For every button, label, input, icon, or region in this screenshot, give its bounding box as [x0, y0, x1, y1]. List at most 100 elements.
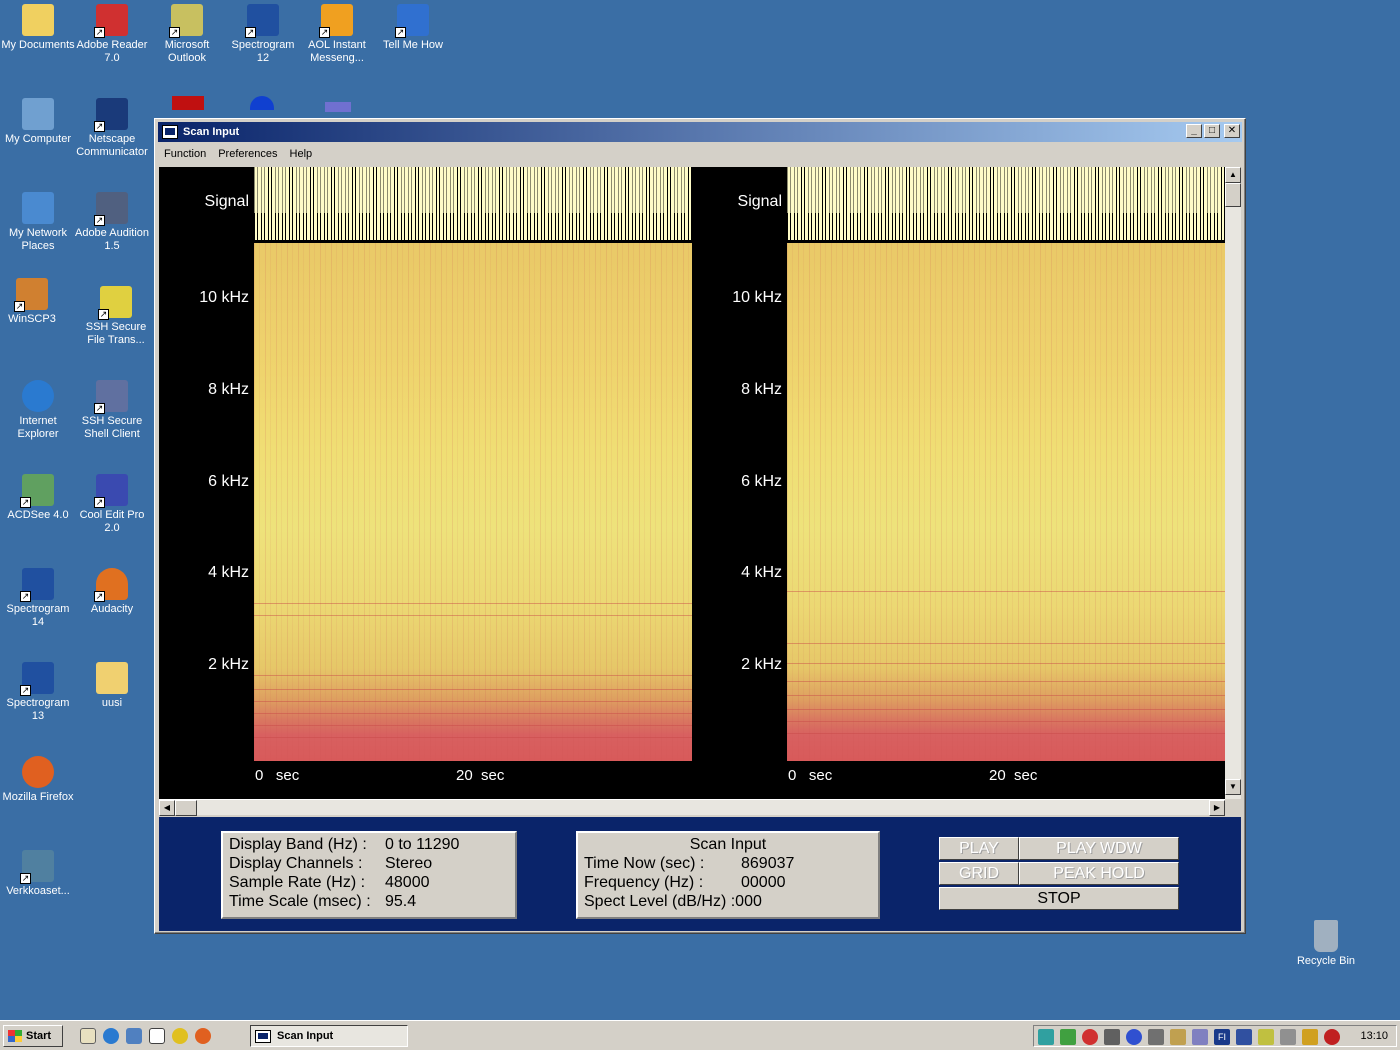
scroll-left-button[interactable]: ◀ — [159, 800, 175, 816]
netscape-icon: ↗ — [94, 98, 128, 132]
close-button[interactable]: ✕ — [1224, 124, 1240, 138]
computer-icon — [22, 98, 54, 130]
scroll-up-button[interactable]: ▲ — [1225, 167, 1241, 183]
folder-icon — [96, 662, 128, 694]
firefox-tray-icon[interactable] — [1126, 1029, 1142, 1045]
desktop-icon-firefox[interactable]: Mozilla Firefox — [0, 756, 76, 804]
start-button[interactable]: Start — [3, 1025, 63, 1047]
scroll-right-button[interactable]: ▶ — [1209, 800, 1225, 816]
spectrogram-icon: ↗ — [20, 662, 54, 696]
desktop-icon-internet-explorer[interactable]: Internet Explorer — [0, 380, 76, 441]
desktop-icon-my-documents[interactable]: My Documents — [0, 4, 76, 52]
audition-icon: ↗ — [94, 192, 128, 226]
monitor-tray-icon[interactable] — [1148, 1029, 1164, 1045]
vertical-scrollbar[interactable]: ▲ ▼ — [1225, 167, 1241, 799]
menu-function[interactable]: Function — [158, 148, 212, 160]
clock[interactable]: 13:10 — [1360, 1030, 1388, 1042]
horizontal-scrollbar[interactable]: ◀ ▶ — [159, 799, 1225, 816]
desktop-icon-ssh-shell[interactable]: ↗ SSH Secure Shell Client — [74, 380, 150, 441]
record-tray-icon[interactable] — [1324, 1029, 1340, 1045]
settings-info-box: Display Band (Hz) : 0 to 11290 Display C… — [221, 831, 517, 919]
notepad-icon[interactable] — [149, 1028, 165, 1044]
system-tray: FI 13:10 — [1033, 1025, 1397, 1047]
info-row-sample-rate: Sample Rate (Hz) : 48000 — [229, 874, 430, 891]
desktop-icon-winscp[interactable]: ↗ WinSCP3 — [0, 278, 70, 326]
search-tray-icon[interactable] — [1192, 1029, 1208, 1045]
desktop-icon-spectrogram-13[interactable]: ↗ Spectrogram 13 — [0, 662, 76, 723]
desktop-icon-uusi[interactable]: uusi — [74, 662, 150, 710]
freq-label-8khz: 8 kHz — [741, 381, 782, 398]
filter-tray-icon[interactable] — [1236, 1029, 1252, 1045]
audacity-icon: ↗ — [94, 568, 128, 602]
taskbar-item-scan-input[interactable]: Scan Input — [250, 1025, 408, 1047]
winscp-icon: ↗ — [14, 278, 48, 312]
recycle-bin-icon — [1314, 920, 1338, 952]
scan-info-title: Scan Input — [689, 836, 767, 853]
desktop-icon-spectrogram-12[interactable]: ↗ Spectrogram 12 — [225, 4, 301, 65]
stop-button[interactable]: STOP — [939, 887, 1179, 910]
users-tray-icon[interactable] — [1170, 1029, 1186, 1045]
firefox-icon — [22, 756, 54, 788]
desktop-icon-outlook[interactable]: ↗ Microsoft Outlook — [149, 4, 225, 65]
menu-help[interactable]: Help — [284, 148, 319, 160]
windows-logo-icon — [8, 1030, 22, 1042]
scan-display: Signal 10 kHz 8 kHz 6 kHz 4 kHz 2 kHz 0 … — [159, 167, 1225, 799]
media-player-icon[interactable] — [172, 1028, 188, 1044]
window-title: Scan Input — [183, 126, 240, 138]
peak-hold-button[interactable]: PEAK HOLD — [1019, 862, 1179, 885]
play-window-button[interactable]: PLAY WDW — [1019, 837, 1179, 860]
desktop-icon-ssh-file-transfer[interactable]: ↗ SSH Secure File Trans... — [78, 286, 154, 347]
minimize-button[interactable]: _ — [1186, 124, 1202, 138]
vertical-scroll-thumb[interactable] — [1225, 183, 1241, 207]
grid-button[interactable]: GRID — [939, 862, 1019, 885]
menu-preferences[interactable]: Preferences — [212, 148, 283, 160]
time-tick-20: 20 sec — [989, 767, 1038, 784]
right-channel-panel: Signal 10 kHz 8 kHz 6 kHz 4 kHz 2 kHz 0 … — [692, 167, 1225, 799]
info-row-time-scale: Time Scale (msec) : 95.4 — [229, 893, 417, 910]
desktop-icon-recycle-bin[interactable]: Recycle Bin — [1288, 920, 1364, 968]
zonealarm-tray-icon[interactable] — [1302, 1029, 1318, 1045]
spectrogram-image[interactable] — [787, 243, 1225, 761]
desktop-icon-aol[interactable]: ↗ AOL Instant Messeng... — [299, 4, 375, 65]
desktop-icon-adobe-reader[interactable]: ↗ Adobe Reader 7.0 — [74, 4, 150, 65]
desktop-icon-verkkoasetukset[interactable]: ↗ Verkkoaset... — [0, 850, 76, 898]
info-row-spect-level: Spect Level (dB/Hz) : 000 — [584, 893, 762, 910]
title-bar[interactable]: Scan Input _ □ ✕ — [158, 122, 1242, 142]
show-desktop-icon[interactable] — [80, 1028, 96, 1044]
language-indicator[interactable]: FI — [1214, 1029, 1230, 1045]
grid-tray-icon[interactable] — [1104, 1029, 1120, 1045]
internet-explorer-icon[interactable] — [103, 1028, 119, 1044]
antivirus-tray-icon[interactable] — [1082, 1029, 1098, 1045]
freq-label-10khz: 10 kHz — [732, 289, 782, 306]
desktop-icon-network-places[interactable]: My Network Places — [0, 192, 76, 253]
battery-tray-icon[interactable] — [1060, 1029, 1076, 1045]
desktop-icon-spectrogram-14[interactable]: ↗ Spectrogram 14 — [0, 568, 76, 629]
desktop-icon-acdsee[interactable]: ↗ ACDSee 4.0 — [0, 474, 76, 522]
desktop-icon-cool-edit[interactable]: ↗ Cool Edit Pro 2.0 — [74, 474, 150, 535]
desktop-icon-my-computer[interactable]: My Computer — [0, 98, 76, 146]
horizontal-scroll-thumb[interactable] — [175, 800, 197, 816]
network-icon — [22, 192, 54, 224]
outlook-express-icon[interactable] — [126, 1028, 142, 1044]
spectrogram-icon: ↗ — [20, 568, 54, 602]
desktop-icon-audacity[interactable]: ↗ Audacity — [74, 568, 150, 616]
desktop-icon-tell-me-how[interactable]: ↗ Tell Me How — [375, 4, 451, 52]
spectrogram-image[interactable] — [254, 243, 692, 761]
spectrogram-icon: ↗ — [245, 4, 279, 38]
info-row-time-now: Time Now (sec) : 869037 — [584, 855, 795, 872]
adobe-reader-icon: ↗ — [94, 4, 128, 38]
freq-label-10khz: 10 kHz — [199, 289, 249, 306]
network-tray-icon[interactable] — [1038, 1029, 1054, 1045]
cool-edit-icon: ↗ — [94, 474, 128, 508]
sound-tray-icon[interactable] — [1258, 1029, 1274, 1045]
desktop-icon-adobe-audition[interactable]: ↗ Adobe Audition 1.5 — [74, 192, 150, 253]
firefox-icon[interactable] — [195, 1028, 211, 1044]
freq-label-4khz: 4 kHz — [741, 564, 782, 581]
display-tray-icon[interactable] — [1280, 1029, 1296, 1045]
maximize-button[interactable]: □ — [1204, 124, 1220, 138]
desktop-icon-netscape[interactable]: ↗ Netscape Communicator — [74, 98, 150, 159]
freq-label-6khz: 6 kHz — [741, 473, 782, 490]
scroll-down-button[interactable]: ▼ — [1225, 779, 1241, 795]
freq-label-8khz: 8 kHz — [208, 381, 249, 398]
play-button[interactable]: PLAY — [939, 837, 1019, 860]
